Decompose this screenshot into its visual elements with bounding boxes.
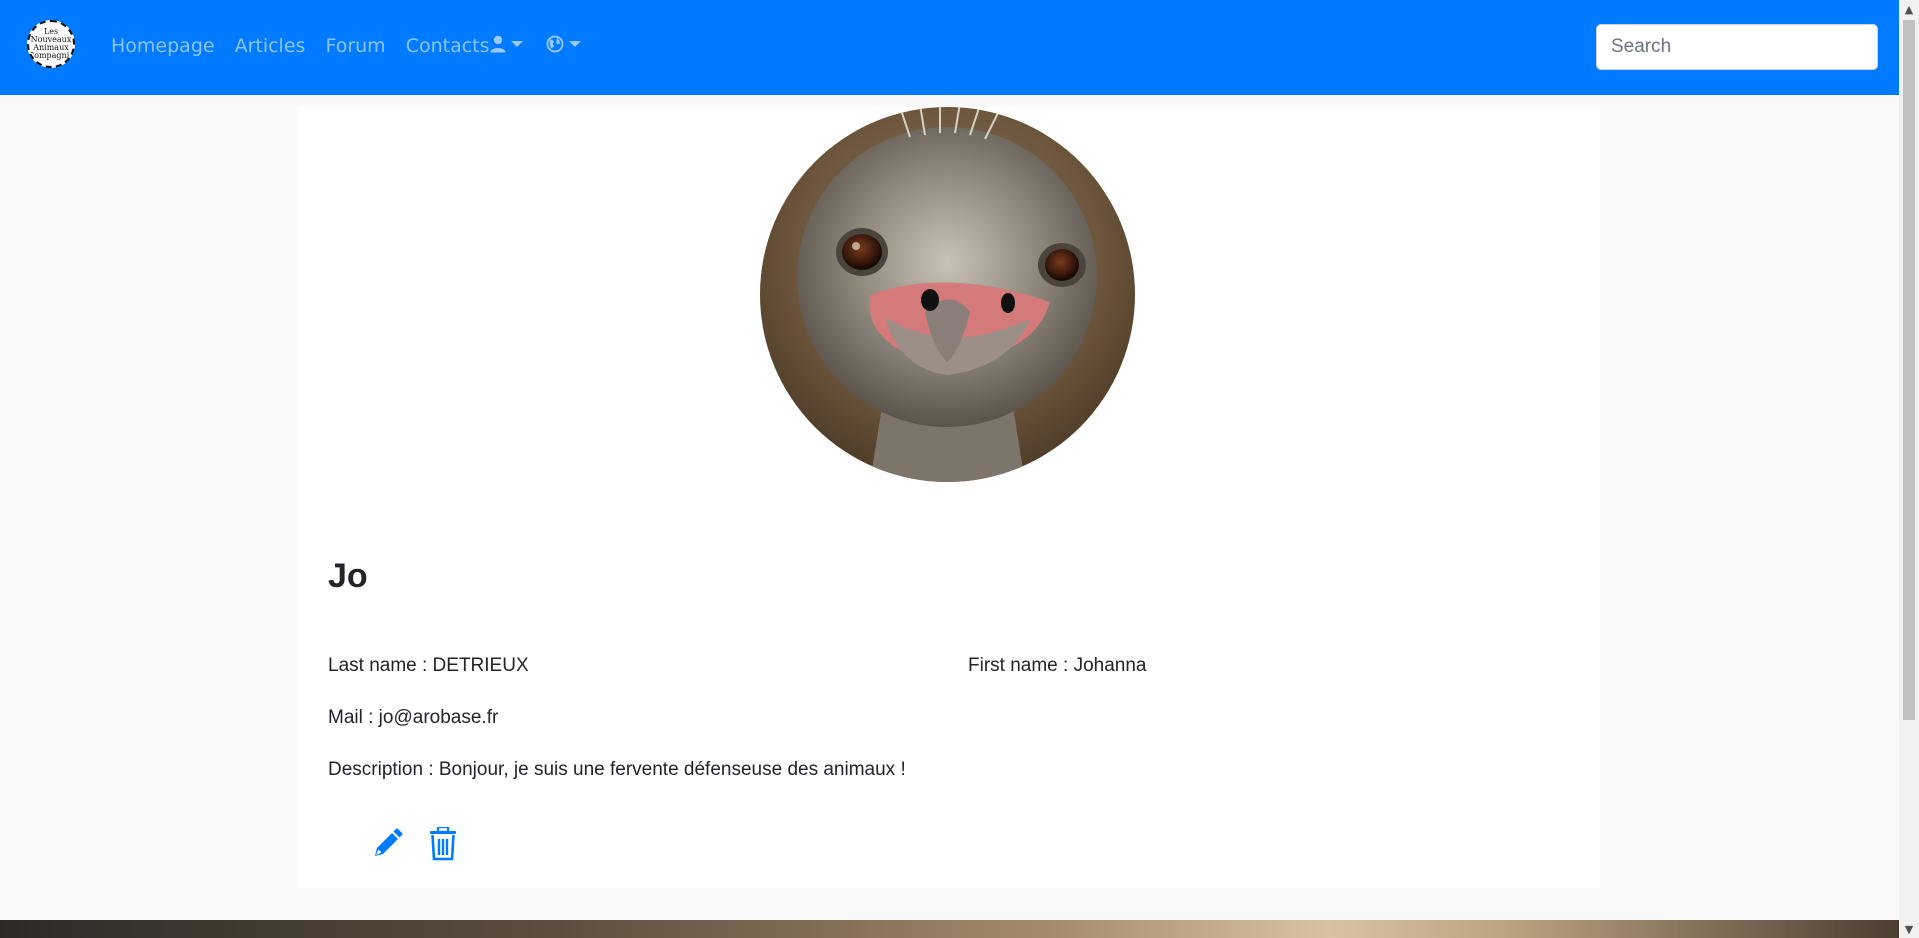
pencil-icon — [375, 828, 403, 856]
nav-link-forum[interactable]: Forum — [325, 35, 385, 57]
profile-username: Jo — [328, 557, 368, 595]
nav-link-homepage[interactable]: Homepage — [111, 35, 215, 57]
chevron-down-icon — [511, 41, 523, 47]
ostrich-photo — [760, 107, 1135, 482]
delete-profile-button[interactable] — [429, 825, 457, 865]
profile-last-name: Last name : DETRIEUX — [328, 655, 529, 676]
globe-icon — [546, 35, 564, 53]
profile-card: Jo Last name : DETRIEUX First name : Joh… — [298, 107, 1600, 888]
edit-profile-button[interactable] — [371, 828, 403, 864]
profile-avatar — [760, 107, 1135, 482]
chevron-down-icon — [569, 41, 581, 47]
site-logo[interactable]: Les Nouveaux Animaux Compagnie — [27, 20, 75, 68]
scroll-up-arrow-icon[interactable]: ▲ — [1899, 0, 1919, 18]
nav-link-contacts[interactable]: Contacts — [406, 35, 490, 57]
search-input[interactable] — [1596, 24, 1878, 70]
logo-line-4: Compagnie — [28, 51, 74, 60]
nav-links: Homepage Articles Forum Contacts — [111, 35, 510, 57]
user-menu-dropdown[interactable] — [490, 35, 523, 53]
user-icon — [490, 35, 506, 53]
scroll-thumb[interactable] — [1903, 20, 1915, 720]
profile-description: Description : Bonjour, je suis une ferve… — [328, 759, 906, 780]
page-scrollbar[interactable]: ▲ ▼ — [1899, 0, 1919, 938]
profile-first-name: First name : Johanna — [968, 655, 1147, 676]
nav-link-articles[interactable]: Articles — [235, 35, 306, 57]
language-menu-dropdown[interactable] — [546, 35, 581, 53]
scroll-down-arrow-icon[interactable]: ▼ — [1899, 920, 1919, 938]
profile-mail: Mail : jo@arobase.fr — [328, 707, 499, 728]
footer-banner-image — [0, 920, 1899, 938]
trash-icon — [430, 825, 456, 861]
navbar: Les Nouveaux Animaux Compagnie Homepage … — [0, 0, 1899, 95]
